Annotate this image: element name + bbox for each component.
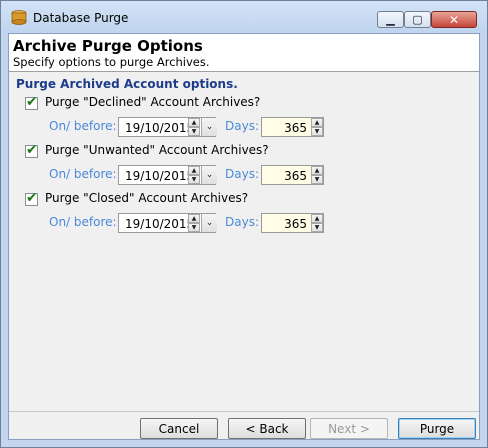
minimize-icon: ▁ bbox=[386, 13, 395, 26]
checkmark-icon: ✔ bbox=[26, 94, 38, 110]
declined-date-value: 19/10/2015 bbox=[125, 121, 195, 135]
next-button[interactable]: Next > bbox=[310, 418, 388, 439]
title-bar[interactable]: Database Purge ▁ ▢ ✕ bbox=[1, 1, 487, 33]
minimize-button[interactable]: ▁ bbox=[377, 11, 404, 28]
unwanted-date-spinner[interactable]: ▲ ▼ bbox=[188, 166, 200, 184]
unwanted-days-input[interactable]: 365 ▲ ▼ bbox=[261, 165, 324, 185]
closed-days-value: 365 bbox=[284, 217, 307, 231]
maximize-icon: ▢ bbox=[412, 13, 423, 26]
spin-up-icon[interactable]: ▲ bbox=[188, 214, 200, 223]
declined-on-before-label: On/ before: bbox=[49, 119, 117, 133]
spin-down-icon[interactable]: ▼ bbox=[311, 127, 323, 136]
declined-days-spinner[interactable]: ▲ ▼ bbox=[311, 118, 323, 136]
closed-days-spinner[interactable]: ▲ ▼ bbox=[311, 214, 323, 232]
database-icon bbox=[11, 10, 27, 25]
unwanted-days-label: Days: bbox=[225, 167, 259, 181]
spin-up-icon[interactable]: ▲ bbox=[311, 214, 323, 223]
wizard-header: Archive Purge Options Specify options to… bbox=[9, 34, 479, 72]
declined-checkbox[interactable]: ✔ bbox=[25, 94, 38, 110]
spin-down-icon[interactable]: ▼ bbox=[188, 175, 200, 184]
closed-date-dropdown-icon[interactable]: ⌄ bbox=[201, 214, 217, 232]
checkmark-icon: ✔ bbox=[26, 142, 38, 158]
closed-date-value: 19/10/2015 bbox=[125, 217, 195, 231]
back-button[interactable]: < Back bbox=[228, 418, 306, 439]
declined-date-spinner[interactable]: ▲ ▼ bbox=[188, 118, 200, 136]
closed-days-label: Days: bbox=[225, 215, 259, 229]
spin-up-icon[interactable]: ▲ bbox=[311, 166, 323, 175]
spin-down-icon[interactable]: ▼ bbox=[311, 223, 323, 232]
footer-divider bbox=[9, 411, 479, 412]
declined-date-picker[interactable]: 19/10/2015 ▲ ▼ ⌄ bbox=[118, 117, 217, 137]
unwanted-date-value: 19/10/2015 bbox=[125, 169, 195, 183]
declined-days-label: Days: bbox=[225, 119, 259, 133]
declined-days-input[interactable]: 365 ▲ ▼ bbox=[261, 117, 324, 137]
unwanted-checkbox[interactable]: ✔ bbox=[25, 142, 38, 158]
checkmark-icon: ✔ bbox=[26, 190, 38, 206]
spin-down-icon[interactable]: ▼ bbox=[188, 127, 200, 136]
closed-checkbox[interactable]: ✔ bbox=[25, 190, 38, 206]
unwanted-label: Purge "Unwanted" Account Archives? bbox=[45, 143, 269, 157]
closed-date-spinner[interactable]: ▲ ▼ bbox=[188, 214, 200, 232]
unwanted-days-value: 365 bbox=[284, 169, 307, 183]
spin-down-icon[interactable]: ▼ bbox=[188, 223, 200, 232]
declined-label: Purge "Declined" Account Archives? bbox=[45, 95, 261, 109]
window-title: Database Purge bbox=[33, 11, 129, 25]
cancel-button[interactable]: Cancel bbox=[140, 418, 218, 439]
spin-up-icon[interactable]: ▲ bbox=[311, 118, 323, 127]
spin-up-icon[interactable]: ▲ bbox=[188, 166, 200, 175]
close-icon: ✕ bbox=[448, 12, 460, 27]
unwanted-date-picker[interactable]: 19/10/2015 ▲ ▼ ⌄ bbox=[118, 165, 217, 185]
spin-up-icon[interactable]: ▲ bbox=[188, 118, 200, 127]
closed-label: Purge "Closed" Account Archives? bbox=[45, 191, 249, 205]
unwanted-days-spinner[interactable]: ▲ ▼ bbox=[311, 166, 323, 184]
window: Database Purge ▁ ▢ ✕ Archive Purge Optio… bbox=[0, 0, 488, 448]
closed-on-before-label: On/ before: bbox=[49, 215, 117, 229]
page-subtitle: Specify options to purge Archives. bbox=[13, 55, 210, 69]
closed-date-picker[interactable]: 19/10/2015 ▲ ▼ ⌄ bbox=[118, 213, 217, 233]
unwanted-date-dropdown-icon[interactable]: ⌄ bbox=[201, 166, 217, 184]
spin-down-icon[interactable]: ▼ bbox=[311, 175, 323, 184]
declined-date-dropdown-icon[interactable]: ⌄ bbox=[201, 118, 217, 136]
page-title: Archive Purge Options bbox=[13, 37, 203, 55]
unwanted-on-before-label: On/ before: bbox=[49, 167, 117, 181]
dialog-body: Archive Purge Options Specify options to… bbox=[8, 33, 480, 440]
purge-button[interactable]: Purge bbox=[398, 418, 476, 439]
declined-days-value: 365 bbox=[284, 121, 307, 135]
closed-days-input[interactable]: 365 ▲ ▼ bbox=[261, 213, 324, 233]
group-title: Purge Archived Account options. bbox=[16, 77, 238, 91]
maximize-button[interactable]: ▢ bbox=[404, 11, 431, 28]
close-button[interactable]: ✕ bbox=[431, 11, 477, 28]
